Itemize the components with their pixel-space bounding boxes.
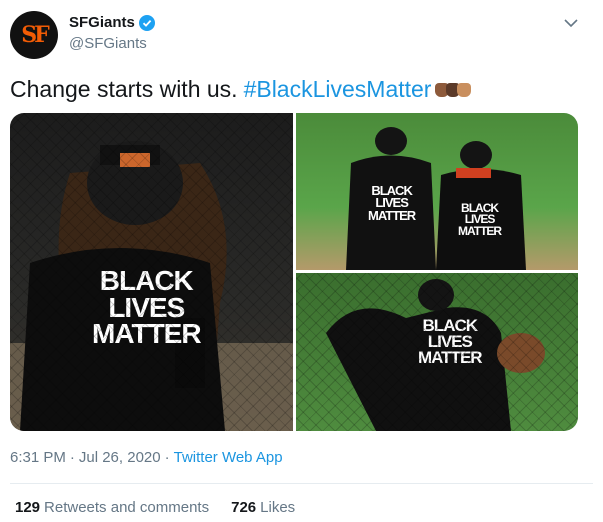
tweet-time[interactable]: 6:31 PM (10, 449, 66, 466)
tweet-date[interactable]: Jul 26, 2020 (79, 449, 161, 466)
likes-count: 726 (231, 499, 257, 516)
retweets-label: Retweets and comments (44, 499, 210, 516)
photo-player-closeup[interactable]: BLACK LIVES MATTER (10, 113, 293, 431)
user-handle[interactable]: @SFGiants (69, 35, 147, 52)
meta-separator: · (164, 449, 170, 466)
avatar[interactable]: SF (10, 11, 58, 59)
photo-player-throwing[interactable]: BLACK LIVES MATTER (296, 273, 578, 431)
shirt-text-line3: MATTER (458, 223, 502, 238)
avatar-logo: SF (21, 22, 49, 48)
photo-two-coaches[interactable]: BLACK LIVES MATTER BLACK LIVES MATTER (296, 113, 578, 270)
likes-stat[interactable]: 726 Likes (231, 499, 295, 516)
chevron-down-icon[interactable] (562, 14, 580, 32)
tweet-text: Change starts with us. #BlackLivesMatter (10, 76, 472, 103)
hashtag-link[interactable]: #BlackLivesMatter (244, 76, 432, 103)
divider (10, 483, 593, 484)
display-name[interactable]: SFGiants (69, 14, 155, 31)
meta-separator: · (69, 449, 75, 466)
display-name-text: SFGiants (69, 14, 135, 31)
raised-fist-emoji-icon (435, 82, 472, 97)
tweet-source-link[interactable]: Twitter Web App (174, 449, 283, 466)
likes-label: Likes (260, 499, 296, 516)
retweets-count: 129 (15, 499, 41, 516)
shirt-text-line3: MATTER (368, 207, 416, 223)
media-grid: BLACK LIVES MATTER BLACK LIVES MATTER BL… (10, 113, 578, 431)
tweet-body: Change starts with us. (10, 76, 238, 102)
retweets-stat[interactable]: 129 Retweets and comments (15, 499, 209, 516)
tweet-meta: 6:31 PM · Jul 26, 2020 · Twitter Web App (10, 449, 283, 466)
verified-badge-icon (138, 14, 155, 31)
tweet-stats: 129 Retweets and comments 726 Likes (15, 499, 295, 516)
